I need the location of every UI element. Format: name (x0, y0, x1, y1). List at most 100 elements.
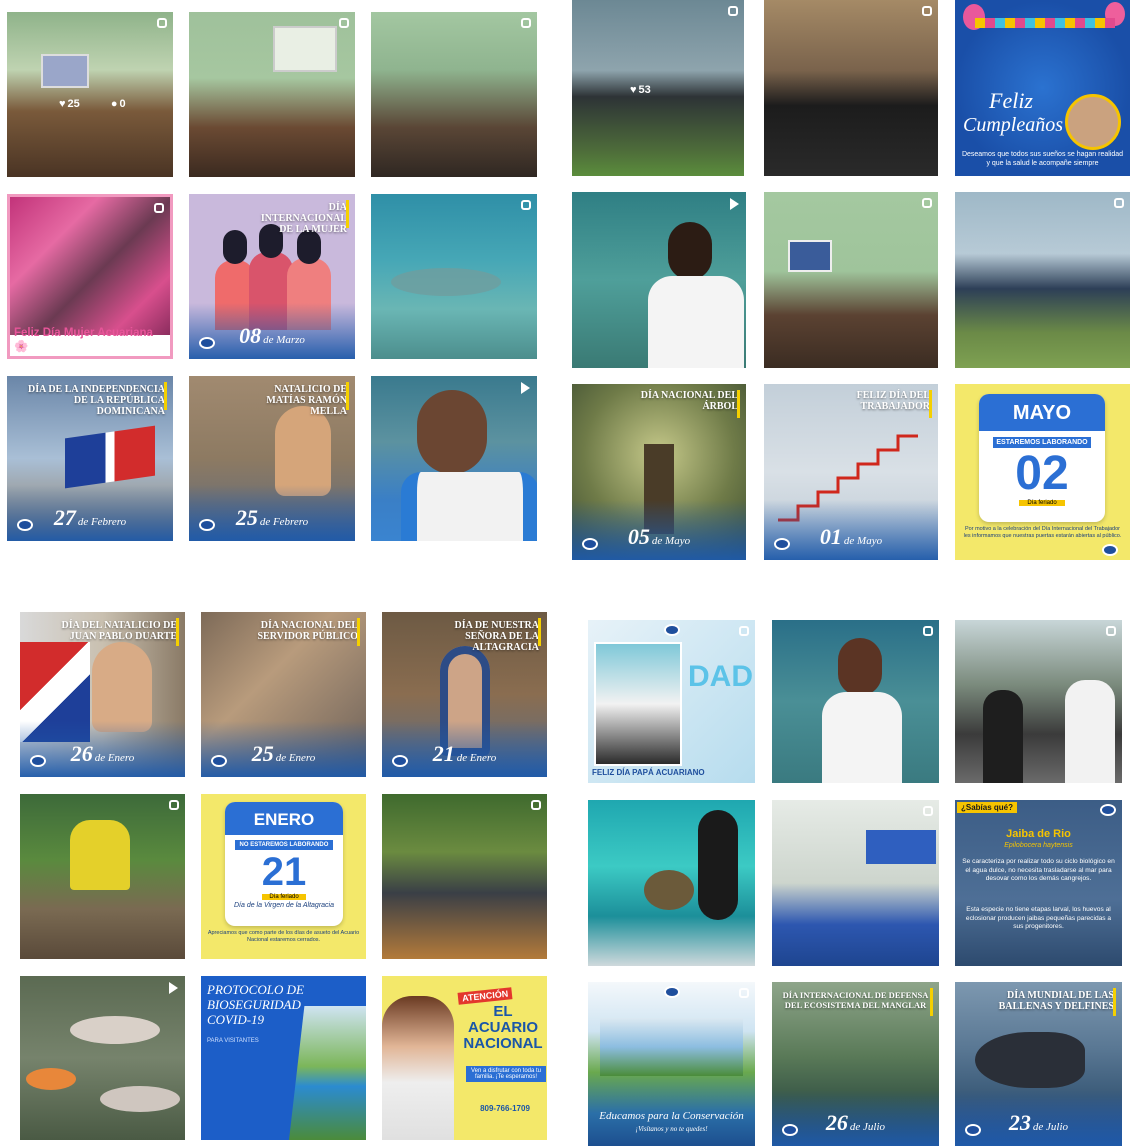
multi-post-icon (923, 806, 933, 816)
person-face (838, 638, 882, 696)
post-title: DÍA DEL NATALICIO DE JUAN PABLO DUARTE (61, 620, 178, 642)
post-mujer-acuariana[interactable]: Feliz Día Mujer Acuariana 🌸 (7, 194, 173, 359)
multi-post-icon (169, 800, 179, 810)
post-dia-arbol[interactable]: DÍA NACIONAL DEL ÁRBOL 05 de Mayo (572, 384, 746, 560)
honoree-photo (1065, 94, 1121, 150)
multi-post-icon (728, 6, 738, 16)
post-fish-video[interactable] (20, 976, 185, 1140)
post-servidor-publico[interactable]: DÍA NACIONAL DEL SERVIDOR PÚBLICO 25 de E… (201, 612, 366, 777)
mujer-caption: Feliz Día Mujer Acuariana 🌸 (14, 327, 153, 353)
projector-screen (273, 26, 337, 72)
stage-table (866, 830, 936, 864)
post-mayo-calendar[interactable]: MAYO ESTAREMOS LABORANDO 02 Día feriado … (955, 384, 1130, 560)
post-classroom-presentation[interactable] (764, 192, 938, 368)
acuario-logo (392, 755, 408, 767)
post-dia-trabajador[interactable]: FELIZ DÍA DEL TRABAJADOR 01 de Mayo (764, 384, 938, 560)
shark-shape (391, 268, 501, 296)
post-turtle-pool[interactable] (20, 794, 185, 959)
post-ballenas[interactable]: DÍA MUNDIAL DE LAS BALLENAS Y DELFINES 2… (955, 982, 1122, 1146)
post-atencion-acuario[interactable]: ATENCIÓN EL ACUARIO NACIONAL Ven a disfr… (382, 976, 547, 1140)
post-independencia[interactable]: DÍA DE LA INDEPENDENCIA DE LA REPÚBLICA … (7, 376, 173, 541)
post-grid-panel-2: ♥ 53 Feliz Cumpleaños Deseamos que todos … (566, 0, 1131, 567)
post-stats: ♥ 53 (630, 84, 669, 96)
acuario-logo (782, 1124, 798, 1136)
person-shirt (822, 692, 902, 783)
likes-count: 53 (638, 84, 651, 96)
post-underwater-shark[interactable] (371, 194, 537, 359)
post-group-field[interactable] (955, 192, 1130, 368)
person-face (668, 222, 712, 280)
birthday-message: Deseamos que todos sus sueños se hagan r… (961, 151, 1124, 167)
calendar-card: MAYO ESTAREMOS LABORANDO 02 Día feriado (979, 394, 1105, 522)
post-enero-calendar[interactable]: ENERO NO ESTAREMOS LABORANDO 21 Día feri… (201, 794, 366, 959)
acuario-logo (1102, 544, 1118, 556)
post-classroom-2[interactable] (189, 12, 355, 177)
diver-figure (698, 810, 738, 920)
acuario-logo (965, 1124, 981, 1136)
post-group-garden[interactable] (382, 794, 547, 959)
dad-word: DAD (688, 660, 753, 693)
post-title: FELIZ DÍA DEL TRABAJADOR (856, 390, 930, 412)
post-altagracia[interactable]: DÍA DE NUESTRA SEÑORA DE LA ALTAGRACIA 2… (382, 612, 547, 777)
collage-photo (10, 197, 170, 335)
acuario-logo (582, 538, 598, 550)
post-group-indoor[interactable] (764, 0, 938, 176)
post-birthday[interactable]: Feliz Cumpleaños Deseamos que todos sus … (955, 0, 1130, 176)
protocolo-sub: PARA VISITANTES (207, 1038, 259, 1044)
sabias-title: Jaiba de Rio (1006, 828, 1071, 840)
multi-post-icon (339, 18, 349, 28)
turtle-shape (644, 870, 694, 910)
person-black-jacket (983, 690, 1023, 783)
post-title: DÍA DE NUESTRA SEÑORA DE LA ALTAGRACIA (454, 620, 539, 653)
educamos-line1: Educamos para la Conservación (599, 1110, 744, 1122)
post-dia-papa[interactable]: DAD FELIZ DÍA PAPÁ ACUARIANO (588, 620, 755, 783)
fish-shape (70, 1016, 160, 1044)
acuario-logo (774, 538, 790, 550)
calendar-tag: Día feriado (262, 894, 306, 900)
post-auditorium[interactable] (772, 800, 939, 966)
post-title: DÍA DE LA INDEPENDENCIA DE LA REPÚBLICA … (28, 384, 165, 417)
post-video-woman-aquarium[interactable] (772, 620, 939, 783)
post-classroom-1[interactable]: ♥ 25 ● 0 (7, 12, 173, 177)
post-protocolo-covid[interactable]: PROTOCOLO DE BIOSEGURIDAD COVID-19 PARA … (201, 976, 366, 1140)
portrait (92, 642, 152, 732)
post-classroom-3[interactable] (371, 12, 537, 177)
post-grid-panel-3: DÍA DEL NATALICIO DE JUAN PABLO DUARTE 2… (0, 600, 560, 1146)
building-photo (600, 1018, 743, 1076)
multi-post-icon (739, 626, 749, 636)
post-educamos[interactable]: Educamos para la Conservación ¡Visítanos… (588, 982, 755, 1146)
post-grid-panel-1: ♥ 25 ● 0 Feliz Día Mujer Acuariana 🌸 DÍA I… (0, 0, 548, 552)
heart-icon: ♥ (59, 98, 66, 110)
post-turtle-release[interactable] (588, 800, 755, 966)
acuario-logo (30, 755, 46, 767)
comment-icon: ● (110, 98, 118, 110)
post-manglar[interactable]: DÍA INTERNACIONAL DE DEFENSA DEL ECOSIST… (772, 982, 939, 1146)
acuario-logo (199, 337, 215, 349)
post-sabias-que[interactable]: ¿Sabías qué? Jaiba de Rio Epilobocera ha… (955, 800, 1122, 966)
video-play-icon (730, 198, 739, 210)
post-mella[interactable]: NATALICIO DE MATÍAS RAMÓN MELLA 25 de Feb… (189, 376, 355, 541)
multi-post-icon (922, 198, 932, 208)
portrait (275, 406, 331, 496)
birthday-line1: Feliz (989, 88, 1033, 113)
calendar-subtitle: Día de la Virgen de la Altagracia (233, 902, 334, 909)
calendar-tag: Día feriado (1019, 500, 1065, 506)
person-white-shirt (1065, 680, 1115, 783)
person-shirt (401, 472, 537, 541)
post-video-woman[interactable] (371, 376, 537, 541)
post-dia-mujer[interactable]: DÍA INTERNACIONAL DE LA MUJER 08 de Marzo (189, 194, 355, 359)
post-video-man-aquarium[interactable] (572, 192, 746, 368)
atencion-body: Ven a disfrutar con toda tu familia. ¡Te… (466, 1066, 546, 1082)
calendar-month: ENERO (225, 802, 343, 835)
heart-icon: ♥ (630, 84, 637, 96)
multi-post-icon (157, 18, 167, 28)
multi-post-icon (922, 6, 932, 16)
post-terrace-group[interactable] (955, 620, 1122, 783)
post-group-outdoor[interactable]: ♥ 53 (572, 0, 744, 176)
post-duarte[interactable]: DÍA DEL NATALICIO DE JUAN PABLO DUARTE 2… (20, 612, 185, 777)
post-title: DÍA INTERNACIONAL DE LA MUJER (260, 202, 347, 235)
person-shirt (648, 276, 744, 368)
video-play-icon (521, 382, 530, 394)
projector-screen (788, 240, 832, 272)
post-date: 05 de Mayo (627, 524, 691, 549)
